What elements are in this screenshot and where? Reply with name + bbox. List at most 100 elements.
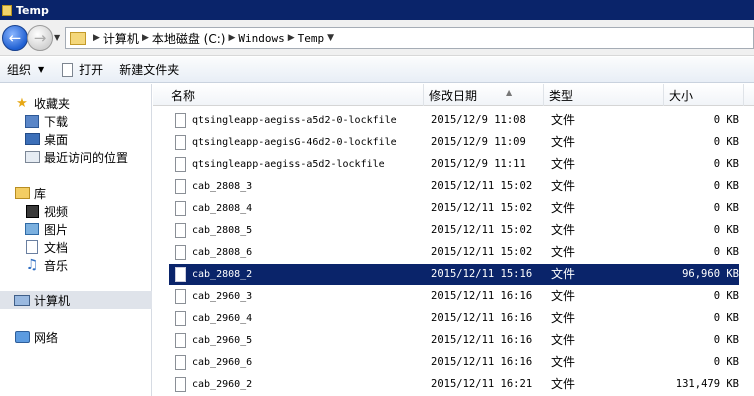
chevron-down-icon: ▼ [38, 65, 45, 74]
file-name: qtsingleapp-aegiss-a5d2-0-lockfile [192, 115, 397, 126]
file-icon [175, 311, 186, 326]
nav-documents[interactable]: 文档 [24, 238, 68, 256]
recent-pages-dropdown[interactable]: ▼ [54, 33, 60, 42]
file-row[interactable]: qtsingleapp-aegiss-a5d2-0-lockfile 2015/1… [169, 110, 739, 131]
file-icon [175, 223, 186, 238]
forward-button[interactable]: → [27, 25, 53, 51]
open-button[interactable]: 打开 [55, 58, 110, 82]
file-type: 文件 [551, 113, 576, 127]
file-modified-date: 2015/12/9 11:08 [431, 114, 526, 126]
arrow-left-icon: ← [8, 29, 22, 47]
file-row[interactable]: cab_2808_5 2015/12/11 15:02 文件 0 KB [169, 220, 739, 241]
music-note-icon: ♫ [25, 257, 39, 273]
nav-downloads-label: 下载 [44, 114, 69, 129]
nav-pictures[interactable]: 图片 [24, 220, 68, 238]
column-date-label: 修改日期 [429, 88, 478, 103]
nav-recent-places[interactable]: 最近访问的位置 [24, 148, 128, 166]
back-button[interactable]: ← [2, 25, 28, 51]
file-modified-date: 2015/12/11 16:16 [431, 290, 533, 302]
file-type: 文件 [551, 223, 576, 237]
file-row[interactable]: qtsingleapp-aegiss-a5d2-lockfile 2015/12/… [169, 154, 739, 175]
nav-music-label: 音乐 [44, 258, 69, 273]
column-header-size[interactable]: 大小 [664, 84, 744, 106]
file-size: 0 KB [713, 246, 739, 258]
column-header-row: 名称 修改日期 ▲ 类型 大小 [153, 84, 754, 106]
file-icon [175, 377, 186, 392]
document-icon [26, 240, 38, 254]
file-type: 文件 [551, 311, 576, 325]
file-type: 文件 [551, 333, 576, 347]
breadcrumb-temp[interactable]: Temp [298, 32, 325, 45]
file-row[interactable]: cab_2960_5 2015/12/11 16:16 文件 0 KB [169, 330, 739, 351]
chevron-right-icon[interactable]: ▶ [228, 33, 235, 43]
window-title: Temp [16, 3, 49, 17]
folder-icon [2, 4, 12, 16]
file-row[interactable]: cab_2960_3 2015/12/11 16:16 文件 0 KB [169, 286, 739, 307]
breadcrumb-local-disk[interactable]: 本地磁盘 (C:) [152, 30, 226, 47]
chevron-right-icon[interactable]: ▶ [142, 33, 149, 43]
organize-label: 组织 [7, 63, 32, 77]
arrow-right-icon: → [33, 29, 47, 47]
organize-button[interactable]: 组织 ▼ [0, 58, 51, 82]
file-modified-date: 2015/12/11 15:02 [431, 246, 533, 258]
nav-network[interactable]: 网络 [14, 328, 58, 346]
nav-music[interactable]: ♫ 音乐 [24, 256, 68, 274]
desktop-icon [24, 133, 40, 145]
file-row[interactable]: cab_2808_3 2015/12/11 15:02 文件 0 KB [169, 176, 739, 197]
file-size: 96,960 KB [682, 268, 739, 280]
file-name: qtsingleapp-aegiss-a5d2-lockfile [192, 159, 385, 170]
file-row[interactable]: cab_2960_6 2015/12/11 16:16 文件 0 KB [169, 352, 739, 373]
chevron-down-icon[interactable]: ▼ [327, 33, 334, 43]
file-modified-date: 2015/12/11 15:02 [431, 202, 533, 214]
file-row[interactable]: cab_2808_6 2015/12/11 15:02 文件 0 KB [169, 242, 739, 263]
column-size-label: 大小 [669, 88, 694, 103]
file-size: 0 KB [713, 114, 739, 126]
nav-downloads[interactable]: 下载 [24, 112, 68, 130]
file-size: 0 KB [713, 334, 739, 346]
file-name: cab_2960_6 [192, 357, 253, 368]
nav-favorites[interactable]: ★ 收藏夹 [14, 94, 70, 112]
file-type: 文件 [551, 377, 576, 391]
file-name: cab_2808_4 [192, 203, 253, 214]
file-icon [175, 333, 186, 348]
video-icon [25, 204, 39, 218]
file-size: 0 KB [713, 290, 739, 302]
file-size: 0 KB [713, 224, 739, 236]
star-icon: ★ [16, 95, 28, 111]
file-name: cab_2808_2 [192, 269, 253, 280]
column-header-type[interactable]: 类型 [544, 84, 664, 106]
file-row[interactable]: qtsingleapp-aegisG-46d2-0-lockfile 2015/1… [169, 132, 739, 153]
nav-computer[interactable]: 计算机 [0, 291, 152, 309]
chevron-right-icon[interactable]: ▶ [93, 33, 100, 43]
file-icon [175, 179, 186, 194]
file-modified-date: 2015/12/11 15:16 [431, 268, 533, 280]
nav-documents-label: 文档 [44, 240, 69, 255]
file-type: 文件 [551, 201, 576, 215]
file-list[interactable]: 名称 修改日期 ▲ 类型 大小 qtsingleapp-aegiss-a5d2-… [153, 84, 754, 396]
file-row[interactable]: cab_2808_4 2015/12/11 15:02 文件 0 KB [169, 198, 739, 219]
address-row: ← → ▼ ▶ 计算机 ▶ 本地磁盘 (C:) ▶ Windows ▶ Temp… [0, 20, 754, 56]
file-row[interactable]: cab_2960_2 2015/12/11 16:21 文件 131,479 KB [169, 374, 739, 395]
chevron-right-icon[interactable]: ▶ [288, 33, 295, 43]
nav-videos[interactable]: 视频 [24, 202, 68, 220]
new-folder-button[interactable]: 新建文件夹 [112, 58, 186, 82]
nav-favorites-label: 收藏夹 [34, 96, 71, 111]
file-icon [175, 245, 186, 260]
file-row[interactable]: cab_2808_2 2015/12/11 15:16 文件 96,960 KB [169, 264, 739, 285]
address-bar[interactable]: ▶ 计算机 ▶ 本地磁盘 (C:) ▶ Windows ▶ Temp ▼ [65, 27, 754, 49]
column-header-name[interactable]: 名称 [166, 84, 424, 106]
picture-icon [25, 223, 39, 235]
computer-icon [14, 294, 30, 306]
nav-desktop[interactable]: 桌面 [24, 130, 68, 148]
nav-libraries[interactable]: 库 [14, 184, 46, 202]
file-row[interactable]: cab_2960_4 2015/12/11 16:16 文件 0 KB [169, 308, 739, 329]
file-name: cab_2960_4 [192, 313, 253, 324]
breadcrumb-computer[interactable]: 计算机 [103, 30, 139, 47]
nav-pictures-label: 图片 [44, 222, 69, 237]
file-size: 0 KB [713, 136, 739, 148]
breadcrumb-windows[interactable]: Windows [238, 32, 284, 45]
column-header-date[interactable]: 修改日期 ▲ [424, 84, 544, 106]
file-name: cab_2960_3 [192, 291, 253, 302]
title-bar: Temp [0, 0, 754, 20]
file-type: 文件 [551, 289, 576, 303]
